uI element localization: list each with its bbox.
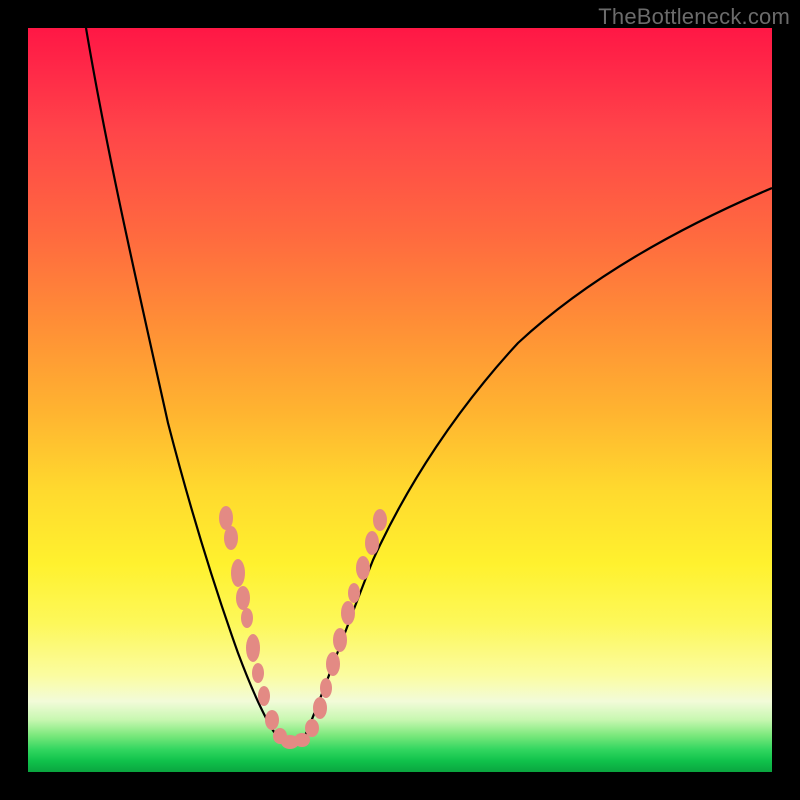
curve-right-branch — [304, 188, 772, 738]
plot-area — [28, 28, 772, 772]
chart-frame: TheBottleneck.com — [0, 0, 800, 800]
curve-svg — [28, 28, 772, 772]
data-markers — [219, 506, 387, 749]
watermark-text: TheBottleneck.com — [598, 4, 790, 30]
curve-left-branch — [86, 28, 278, 738]
